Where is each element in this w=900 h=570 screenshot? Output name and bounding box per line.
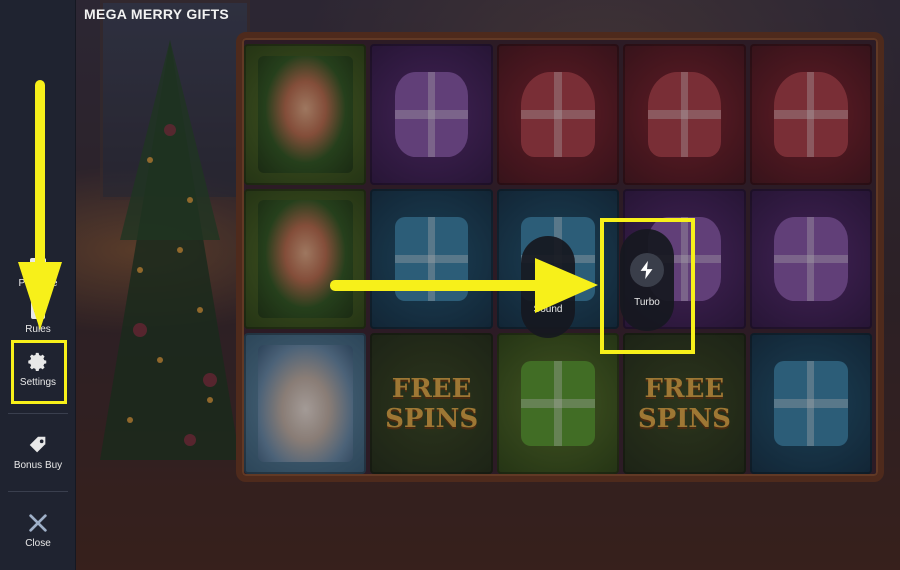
bonus-tag-icon <box>29 436 46 453</box>
menu-label: Rules <box>25 324 51 335</box>
paytable-icon <box>30 258 46 272</box>
menu-label: Paytable <box>18 278 58 289</box>
sound-button[interactable]: Sound <box>521 236 575 338</box>
menu-divider <box>8 413 68 414</box>
close-icon <box>29 514 47 532</box>
sound-label: Sound <box>533 303 563 315</box>
menu-label: Close <box>25 538 51 549</box>
settings-highlight-box <box>11 340 67 404</box>
menu-item-paytable[interactable]: Paytable <box>0 256 76 289</box>
side-menu: Paytable Rules Settings Bonus Buy Close <box>0 0 76 570</box>
speaker-icon <box>531 260 565 294</box>
turbo-highlight-box <box>600 218 695 354</box>
menu-item-rules[interactable]: Rules <box>0 300 76 335</box>
rules-icon <box>31 301 45 319</box>
menu-item-close[interactable]: Close <box>0 512 76 549</box>
menu-item-bonus-buy[interactable]: Bonus Buy <box>0 434 76 471</box>
menu-label: Bonus Buy <box>13 460 63 471</box>
game-title: MEGA MERRY GIFTS <box>84 6 230 22</box>
menu-divider <box>8 491 68 492</box>
dim-overlay <box>0 0 900 570</box>
